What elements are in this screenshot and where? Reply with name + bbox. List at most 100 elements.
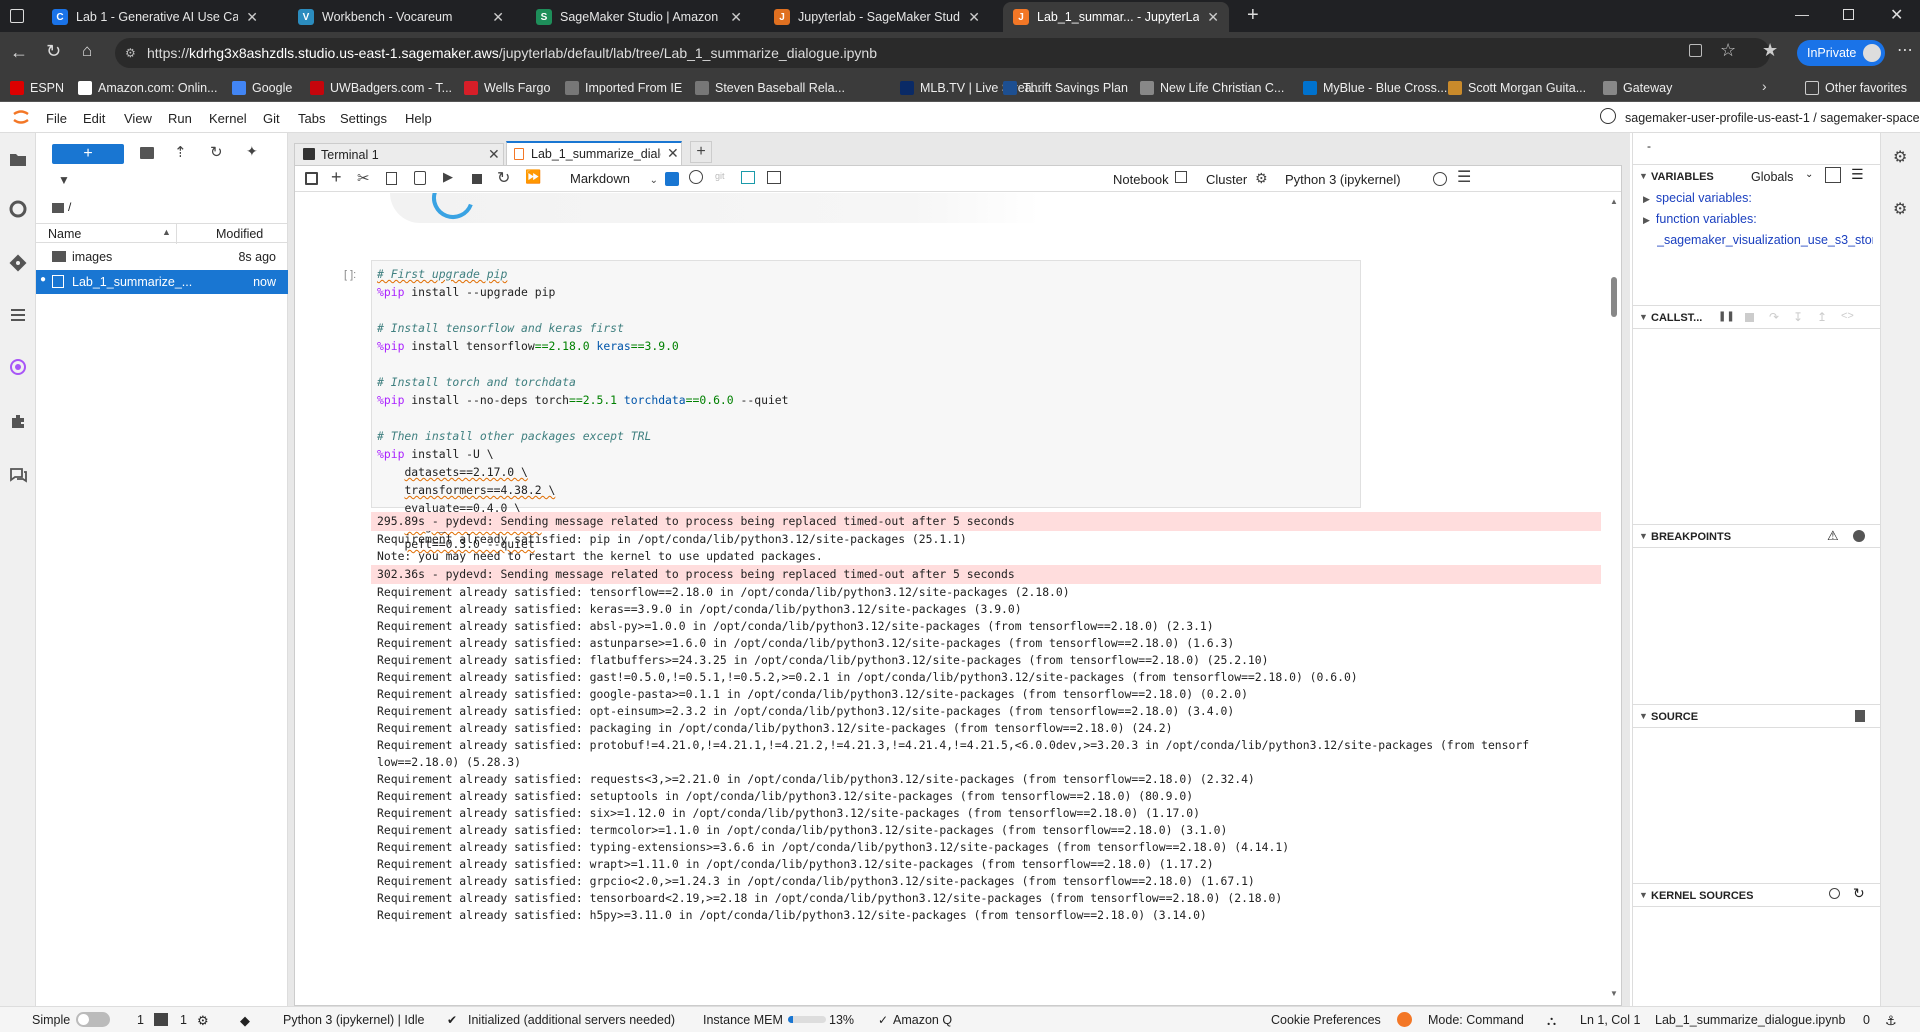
data-wrangler-icon[interactable] [767, 171, 781, 184]
menu-icon[interactable]: ☰ [1457, 167, 1471, 187]
evaluate-code-icon[interactable]: <> [1841, 310, 1854, 322]
chevron-down-icon[interactable]: ▼ [1639, 312, 1648, 322]
file-row[interactable]: images 8s ago [36, 245, 288, 269]
tree-view-icon[interactable] [1825, 167, 1841, 183]
debugger-bug-icon[interactable]: ⚙ [1893, 199, 1907, 219]
sort-ascending-icon[interactable]: ▲ [162, 227, 171, 237]
upload-icon[interactable]: ⇡ [174, 143, 187, 161]
name-column-header[interactable]: Name [48, 227, 81, 241]
favorite-link[interactable]: Wells Fargo [464, 79, 550, 97]
favorite-link[interactable]: Imported From IE [565, 79, 682, 97]
external-link-icon[interactable] [1175, 171, 1187, 183]
tab-actions-icon[interactable] [10, 9, 24, 23]
close-icon[interactable]: ✕ [1207, 9, 1219, 26]
favorite-link[interactable]: Amazon.com: Onlin... [78, 79, 218, 97]
chevron-down-icon[interactable]: ▼ [1639, 711, 1648, 721]
close-icon[interactable]: ✕ [730, 9, 742, 26]
favorites-overflow-icon[interactable]: › [1762, 78, 1767, 94]
folder-icon[interactable] [8, 149, 28, 169]
insert-cell-icon[interactable]: + [331, 167, 342, 188]
scrollbar-thumb[interactable] [1611, 277, 1617, 317]
step-over-icon[interactable]: ↷ [1769, 310, 1779, 324]
close-icon[interactable]: ✕ [246, 9, 258, 26]
chevron-down-icon[interactable]: ▼ [1639, 531, 1648, 541]
more-options-icon[interactable]: ⋯ [1897, 40, 1913, 60]
simple-mode-toggle[interactable] [76, 1012, 110, 1027]
menu-tabs[interactable]: Tabs [298, 111, 325, 126]
menu-help[interactable]: Help [405, 111, 432, 126]
copy-icon[interactable] [386, 172, 397, 185]
variable-item[interactable]: ▶ special variables: [1643, 191, 1873, 211]
cursor-position[interactable]: Ln 1, Col 1 [1580, 1013, 1640, 1027]
cell-type-select[interactable]: Markdown ⌄ [570, 171, 658, 186]
chevron-down-icon[interactable]: ▼ [1639, 171, 1648, 181]
favorite-link[interactable]: MyBlue - Blue Cross... [1303, 79, 1447, 97]
file-row[interactable]: ● Lab_1_summarize_... now [36, 270, 288, 294]
lsp-status[interactable]: Initialized (additional servers needed) [468, 1013, 675, 1027]
table-view-icon[interactable]: ☰ [1851, 166, 1864, 183]
kernels-count[interactable]: 1 [180, 1013, 187, 1027]
notebook-content[interactable]: [ ]: # First upgrade pip %pip install --u… [295, 193, 1605, 1005]
address-bar[interactable]: ⚙ https://kdrhg3x8ashzdls.studio.us-east… [115, 38, 1770, 68]
running-sessions-icon[interactable] [8, 199, 28, 219]
breadcrumb[interactable]: / [52, 200, 71, 214]
close-icon[interactable]: ✕ [667, 145, 679, 162]
restart-icon[interactable]: ↻ [497, 168, 510, 188]
menu-kernel[interactable]: Kernel [209, 111, 247, 126]
favorite-link[interactable]: ESPN [10, 79, 64, 97]
favorite-star-icon[interactable]: ☆ [1720, 40, 1736, 61]
inprivate-badge[interactable]: InPrivate [1797, 40, 1885, 66]
scroll-down-icon[interactable]: ▼ [1610, 989, 1618, 998]
tab-terminal-1[interactable]: Terminal 1 ✕ [294, 143, 504, 165]
favorite-link[interactable]: Google [232, 79, 292, 97]
restart-run-all-icon[interactable]: ⏩ [525, 169, 541, 185]
cut-icon[interactable]: ✂ [357, 169, 370, 187]
pause-on-exceptions-icon[interactable]: ⚠ [1827, 528, 1839, 544]
property-inspector-icon[interactable]: ⚙ [1893, 147, 1907, 167]
favorite-link[interactable]: New Life Christian C... [1140, 79, 1284, 97]
remove-breakpoints-icon[interactable] [1853, 530, 1865, 542]
notebook-scrollbar[interactable]: ▲ ▼ [1607, 193, 1621, 1005]
restore-icon[interactable] [1843, 9, 1854, 20]
browser-tab[interactable]: J Jupyterlab - SageMaker Studio ✕ [764, 2, 990, 32]
git-icon[interactable] [8, 253, 28, 273]
reader-view-icon[interactable] [1689, 44, 1702, 57]
favorite-link[interactable]: UWBadgers.com - T... [310, 79, 452, 97]
variable-item[interactable]: ▶ function variables: [1643, 212, 1873, 232]
menu-view[interactable]: View [124, 111, 152, 126]
home-icon[interactable]: ⌂ [82, 41, 92, 61]
favorite-link[interactable]: Scott Morgan Guita... [1448, 79, 1586, 97]
tab-notebook[interactable]: Lab_1_summarize_dialogue.ip ✕ [506, 141, 682, 165]
cluster-button[interactable]: Cluster [1206, 172, 1247, 187]
menu-settings[interactable]: Settings [340, 111, 387, 126]
minimize-icon[interactable]: — [1795, 6, 1809, 22]
new-tab-icon[interactable]: + [1247, 4, 1259, 27]
notebook-link[interactable]: Notebook [1113, 172, 1169, 187]
menu-git[interactable]: Git [263, 111, 280, 126]
search-icon[interactable] [1829, 888, 1840, 899]
favorite-link[interactable]: Gateway [1603, 79, 1672, 97]
close-window-icon[interactable]: ✕ [1890, 5, 1903, 25]
refresh-icon[interactable]: ↻ [1853, 885, 1865, 902]
open-source-icon[interactable] [1855, 710, 1865, 722]
filter-icon[interactable]: ▼ [58, 173, 70, 187]
chevron-down-icon[interactable]: ⌄ [1805, 169, 1813, 180]
browser-tab[interactable]: C Lab 1 - Generative AI Use Case: Su ✕ [42, 2, 268, 32]
browser-tab[interactable]: S SageMaker Studio | Amazon Sage ✕ [526, 2, 752, 32]
pause-icon[interactable]: ❚❚ [1718, 311, 1735, 322]
scroll-up-icon[interactable]: ▲ [1610, 197, 1618, 206]
modified-column-header[interactable]: Modified [216, 227, 263, 241]
variable-item[interactable]: _sagemaker_visualization_use_s3_storage [1657, 233, 1873, 253]
new-launcher-button[interactable]: + [52, 144, 124, 164]
notification-icon[interactable] [1397, 1012, 1412, 1027]
settings-gear-icon[interactable]: ⚙ [1255, 170, 1268, 187]
schedule-icon[interactable] [741, 171, 755, 184]
scope-select[interactable]: Globals [1751, 170, 1793, 184]
cookie-preferences[interactable]: Cookie Preferences [1271, 1013, 1381, 1027]
step-out-icon[interactable]: ↥ [1817, 310, 1827, 324]
menu-file[interactable]: File [46, 111, 67, 126]
favorite-link[interactable]: Steven Baseball Rela... [695, 79, 845, 97]
clock-icon[interactable] [689, 170, 703, 184]
site-info-icon[interactable]: ⚙ [125, 38, 136, 68]
new-folder-icon[interactable] [140, 147, 154, 159]
